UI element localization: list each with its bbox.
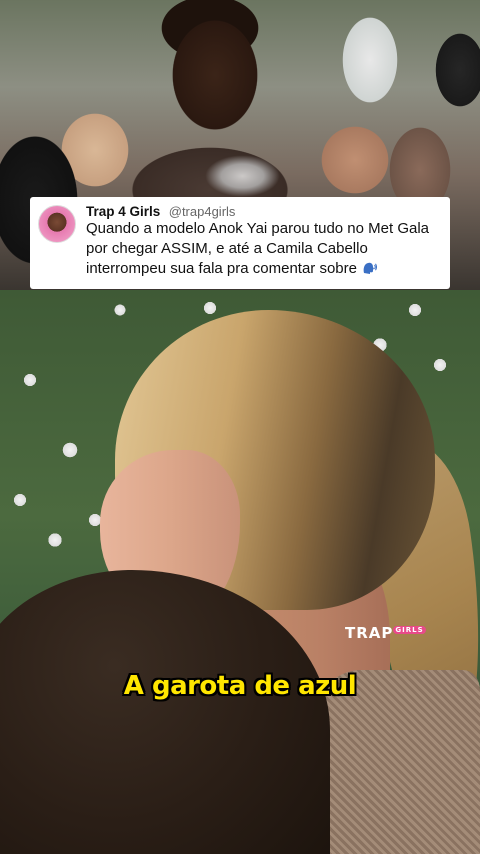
video-caption: A garota de azul (123, 671, 357, 701)
avatar[interactable] (38, 205, 76, 243)
watermark-logo: TRAP GIRLS (345, 624, 426, 642)
watermark-sub: GIRLS (393, 626, 426, 634)
watermark-text: TRAP (345, 624, 394, 642)
tweet-body: Quando a modelo Anok Yai parou tudo no M… (86, 219, 444, 279)
tweet-author-handle[interactable]: @trap4girls (169, 204, 236, 219)
tweet-author-name[interactable]: Trap 4 Girls (86, 204, 160, 219)
necklace-sparkle (205, 155, 280, 197)
tweet-card[interactable]: Trap 4 Girls @trap4girls Quando a modelo… (30, 197, 450, 289)
tweet-text: Quando a modelo Anok Yai parou tudo no M… (86, 220, 430, 277)
speaking-head-icon (363, 262, 378, 274)
main-photo (0, 290, 480, 854)
